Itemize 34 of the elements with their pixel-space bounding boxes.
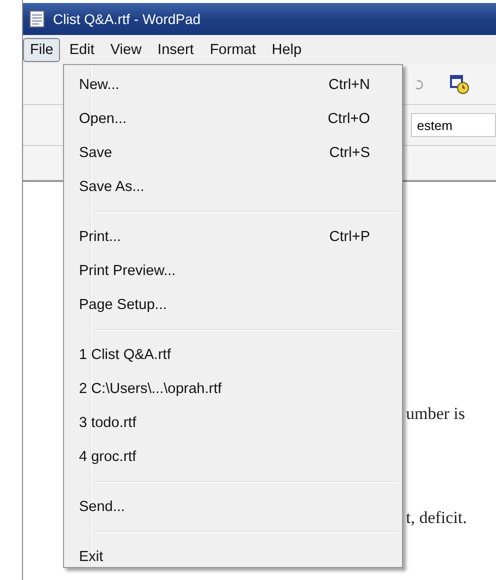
menu-item[interactable]: 1 Clist Q&A.rtf xyxy=(64,338,402,372)
menu-label: Print... xyxy=(78,229,121,245)
menu-item[interactable]: Save As... xyxy=(64,170,402,204)
menu-item[interactable]: 3 todo.rtf xyxy=(64,406,402,440)
menu-item[interactable]: Open... Ctrl+O xyxy=(64,102,402,136)
shortcut-text: Ctrl+S xyxy=(329,145,370,161)
menu-item[interactable]: Print... Ctrl+P xyxy=(64,220,402,254)
menu-item[interactable]: Insert xyxy=(150,38,201,62)
menu-item[interactable]: Page Setup... xyxy=(64,288,402,322)
undo-icon[interactable] xyxy=(414,78,424,90)
menu-item[interactable]: Print Preview... xyxy=(64,254,402,288)
document-icon xyxy=(29,10,45,28)
menu-item[interactable]: View xyxy=(103,38,149,62)
calendar-clock-icon[interactable] xyxy=(448,73,470,95)
shortcut-text: Ctrl+O xyxy=(328,111,370,127)
window-title: Clist Q&A.rtf - WordPad xyxy=(53,11,201,27)
script-field[interactable]: estem xyxy=(411,113,496,137)
document-text: t, deficit. xyxy=(406,508,468,528)
menu-label: Open... xyxy=(78,111,127,127)
shortcut-text: Ctrl+N xyxy=(328,77,370,93)
document-text: umber is xyxy=(406,404,466,424)
shortcut-text: Ctrl+P xyxy=(329,229,370,245)
menu-item[interactable]: Exit xyxy=(64,540,402,574)
menu-item[interactable]: Help xyxy=(264,38,309,62)
menu-item[interactable]: New... Ctrl+N xyxy=(64,68,402,102)
menu-item[interactable]: 2 C:\Users\...\oprah.rtf xyxy=(64,372,402,406)
menu-item[interactable]: 4 groc.rtf xyxy=(64,440,402,474)
menu-item[interactable]: Save Ctrl+S xyxy=(64,136,402,170)
menu-label: New... xyxy=(78,77,120,93)
menu-item[interactable]: Edit xyxy=(62,38,102,62)
menu-label: Save xyxy=(78,145,112,161)
menu-item[interactable]: Send... xyxy=(64,490,402,524)
menu-item[interactable]: File xyxy=(23,38,60,62)
menu-item[interactable]: Format xyxy=(202,38,263,62)
